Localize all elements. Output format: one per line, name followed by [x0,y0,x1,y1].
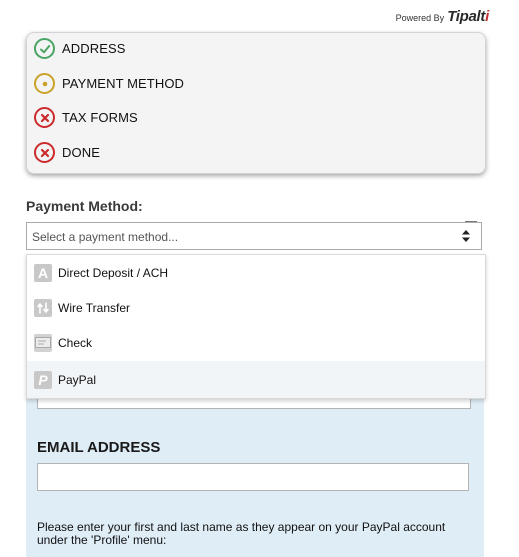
step-tax-forms: TAX FORMS [34,107,138,128]
select-divider [465,221,477,222]
paypal-details-panel: EMAIL ADDRESS Please enter your first an… [26,380,484,557]
option-label: Wire Transfer [58,300,131,315]
option-direct-deposit[interactable]: A Direct Deposit / ACH [27,255,485,290]
payment-method-select[interactable]: Select a payment method... [26,221,482,250]
step-payment-method: PAYMENT METHOD [34,73,184,94]
step-done: DONE [34,142,100,163]
step-label: TAX FORMS [62,110,138,125]
progress-steps-panel: ADDRESS PAYMENT METHOD TAX FORMS DONE [26,32,486,174]
paypal-name-help-text: Please enter your first and last name as… [37,520,446,547]
x-circle-icon [34,107,55,128]
letter-a-icon: A [34,263,52,282]
payment-method-label: Payment Method: [26,198,143,214]
option-label: Direct Deposit / ACH [58,265,169,280]
step-label: DONE [62,145,100,160]
email-input[interactable] [37,463,469,491]
paypal-icon: P [34,370,52,389]
wire-transfer-icon [34,298,52,317]
powered-by-tipalti: Powered By Tipalti [395,8,490,25]
option-check[interactable]: Check [27,325,485,360]
step-label: ADDRESS [62,41,126,56]
brand-accent-text: i [485,8,489,25]
brand-main-text: Tipalt [447,8,486,25]
check-bank-icon [34,333,52,352]
powered-by-text: Powered By [395,13,445,23]
email-address-label: EMAIL ADDRESS [37,439,161,456]
option-label: Check [58,335,93,350]
select-placeholder: Select a payment method... [32,230,179,244]
payment-method-dropdown: A Direct Deposit / ACH Wire Transfer Che… [26,254,486,399]
option-paypal[interactable]: P PayPal [27,361,485,398]
option-label: PayPal [58,372,97,387]
option-wire-transfer[interactable]: Wire Transfer [27,290,485,325]
step-label: PAYMENT METHOD [62,76,185,91]
tipalti-logo: Tipalti [447,8,489,25]
sort-arrows-icon [462,230,470,242]
dot-circle-icon [34,73,55,94]
check-circle-icon [34,38,55,59]
x-circle-icon [34,142,55,163]
step-address: ADDRESS [34,38,126,59]
